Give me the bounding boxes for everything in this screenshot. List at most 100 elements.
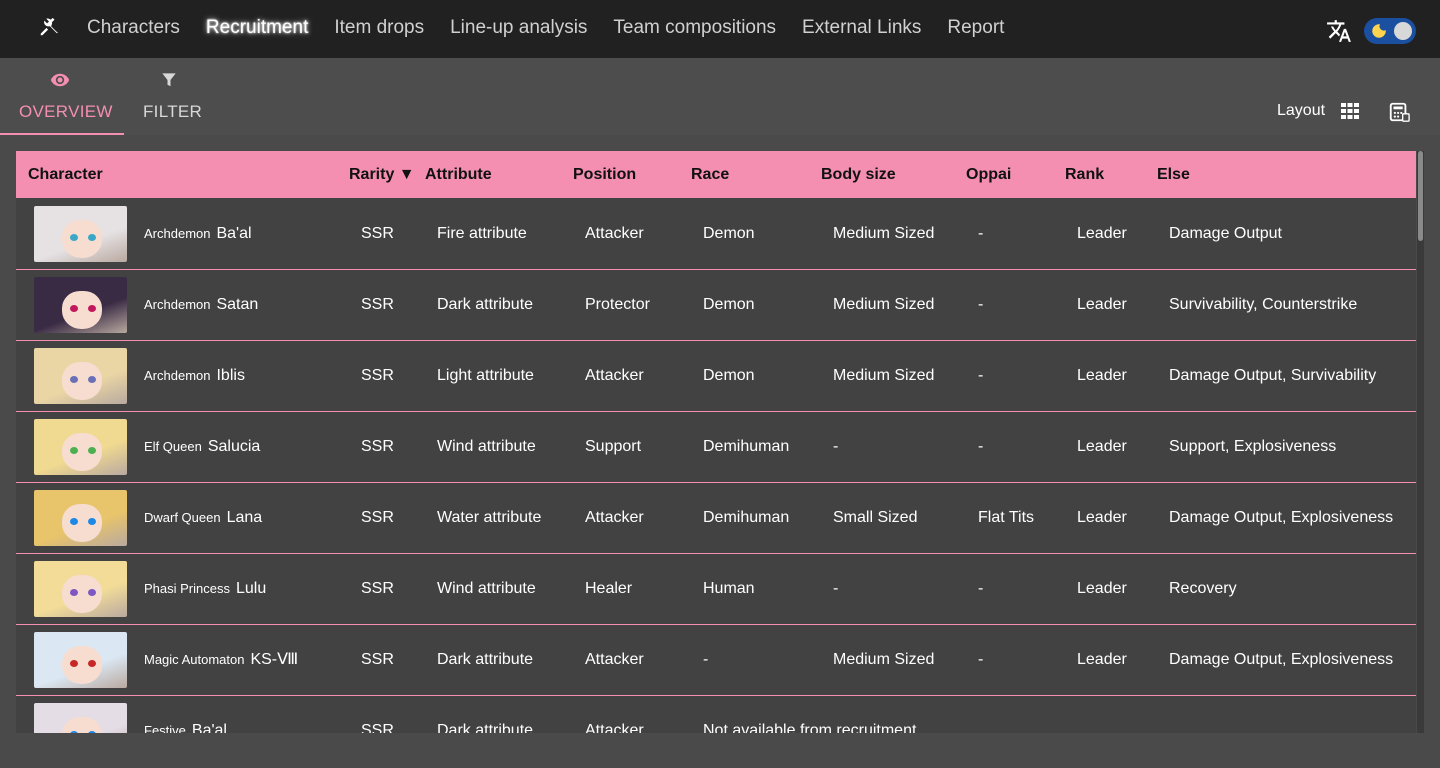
rarity-cell: SSR xyxy=(361,580,394,597)
oppai-cell: - xyxy=(978,367,984,384)
race-cell: Not available from recruitment xyxy=(703,722,917,733)
header-body-size[interactable]: Body size xyxy=(821,151,896,198)
character-portrait[interactable] xyxy=(34,419,127,475)
race-cell: Demihuman xyxy=(703,438,790,455)
body-size-cell: Medium Sized xyxy=(833,296,935,313)
character-name: Ba'al xyxy=(216,225,252,242)
body-size-cell: Medium Sized xyxy=(833,651,935,668)
character-portrait[interactable] xyxy=(34,703,127,733)
main-nav: Characters Recruitment Item drops Line-u… xyxy=(74,0,1017,56)
rank-cell: Leader xyxy=(1077,367,1127,384)
character-name: Lulu xyxy=(235,580,267,597)
character-name-cell: Festive Ba'al xyxy=(144,696,227,733)
table-row[interactable]: Dwarf Queen Lana SSR Water attribute Atta… xyxy=(16,483,1416,554)
top-app-bar: Characters Recruitment Item drops Line-u… xyxy=(0,0,1440,58)
attribute-cell: Dark attribute xyxy=(437,722,534,733)
character-portrait[interactable] xyxy=(34,348,127,404)
character-portrait[interactable] xyxy=(34,561,127,617)
theme-toggle[interactable] xyxy=(1364,18,1416,44)
race-cell: Demon xyxy=(703,367,755,384)
header-rank[interactable]: Rank xyxy=(1065,151,1104,198)
character-name-cell: Magic Automaton KS-Ⅷ xyxy=(144,625,298,695)
character-name-cell: Elf Queen Salucia xyxy=(144,412,260,482)
header-position[interactable]: Position xyxy=(573,151,636,198)
rarity-cell: SSR xyxy=(361,722,394,733)
nav-item-drops[interactable]: Item drops xyxy=(321,17,437,39)
position-cell: Attacker xyxy=(585,367,644,384)
table-row[interactable]: Archdemon Ba'al SSR Fire attribute Attack… xyxy=(16,199,1416,270)
attribute-cell: Light attribute xyxy=(437,367,534,384)
header-rarity[interactable]: Rarity ▼ xyxy=(349,151,415,198)
tab-overview-label: OVERVIEW xyxy=(19,102,113,121)
rank-cell: Leader xyxy=(1077,296,1127,313)
rank-cell: Leader xyxy=(1077,651,1127,668)
header-race[interactable]: Race xyxy=(691,151,729,198)
attribute-cell: Wind attribute xyxy=(437,438,536,455)
position-cell: Support xyxy=(585,438,642,455)
layout-label: Layout xyxy=(1277,102,1326,119)
table-row[interactable]: Magic Automaton KS-Ⅷ SSR Dark attribute A… xyxy=(16,625,1416,696)
attribute-cell: Fire attribute xyxy=(437,225,527,242)
else-cell: Support, Explosiveness xyxy=(1169,438,1337,455)
nav-recruitment[interactable]: Recruitment xyxy=(193,17,321,39)
else-cell: Damage Output xyxy=(1169,225,1282,242)
character-portrait[interactable] xyxy=(34,206,127,262)
tools-icon[interactable] xyxy=(38,16,60,38)
eye-icon xyxy=(50,73,70,87)
table-row[interactable]: Elf Queen Salucia SSR Wind attribute Supp… xyxy=(16,412,1416,483)
rarity-cell: SSR xyxy=(361,438,394,455)
attribute-cell: Dark attribute xyxy=(437,296,534,313)
oppai-cell: - xyxy=(978,225,984,242)
nav-external-links[interactable]: External Links xyxy=(789,17,934,39)
character-title: Magic Automaton xyxy=(144,652,245,667)
nav-report[interactable]: Report xyxy=(934,17,1017,39)
rarity-cell: SSR xyxy=(361,509,394,526)
table-scrollbar[interactable] xyxy=(1417,151,1424,733)
oppai-cell: - xyxy=(978,438,984,455)
character-name: Salucia xyxy=(207,438,261,455)
oppai-cell: - xyxy=(978,296,984,313)
race-cell: Demon xyxy=(703,296,755,313)
nav-team-compositions[interactable]: Team compositions xyxy=(600,17,789,39)
rank-cell: Leader xyxy=(1077,225,1127,242)
character-title: Phasi Princess xyxy=(144,581,230,596)
character-title: Elf Queen xyxy=(144,439,202,454)
translate-icon[interactable] xyxy=(1326,18,1352,44)
table-row[interactable]: Festive Ba'al SSR Dark attribute Attacker… xyxy=(16,696,1416,733)
attribute-cell: Wind attribute xyxy=(437,580,536,597)
rank-cell: Leader xyxy=(1077,438,1127,455)
table-row[interactable]: Phasi Princess Lulu SSR Wind attribute He… xyxy=(16,554,1416,625)
character-portrait[interactable] xyxy=(34,490,127,546)
oppai-cell: Flat Tits xyxy=(978,509,1035,526)
character-name: KS-Ⅷ xyxy=(250,651,299,668)
tab-overview[interactable]: OVERVIEW xyxy=(0,58,124,135)
grid-icon[interactable] xyxy=(1341,103,1359,119)
character-portrait[interactable] xyxy=(34,277,127,333)
header-character[interactable]: Character xyxy=(28,151,103,198)
recruitment-table: Character Rarity ▼ Attribute Position Ra… xyxy=(16,151,1416,733)
race-cell: Human xyxy=(703,580,755,597)
rank-cell: Leader xyxy=(1077,580,1127,597)
scrollbar-thumb[interactable] xyxy=(1418,151,1423,241)
table-row[interactable]: Archdemon Satan SSR Dark attribute Protec… xyxy=(16,270,1416,341)
header-oppai[interactable]: Oppai xyxy=(966,151,1011,198)
tab-filter[interactable]: FILTER xyxy=(124,58,216,135)
table-body: Archdemon Ba'al SSR Fire attribute Attack… xyxy=(16,199,1416,733)
race-cell: Demon xyxy=(703,225,755,242)
header-else[interactable]: Else xyxy=(1157,151,1190,198)
calculator-icon[interactable] xyxy=(1388,101,1410,123)
nav-characters[interactable]: Characters xyxy=(74,17,193,39)
moon-icon xyxy=(1372,24,1386,38)
table-row[interactable]: Archdemon Iblis SSR Light attribute Attac… xyxy=(16,341,1416,412)
nav-line-up-analysis[interactable]: Line-up analysis xyxy=(437,17,600,39)
character-name: Lana xyxy=(226,509,263,526)
character-name: Iblis xyxy=(216,367,245,384)
else-cell: Damage Output, Explosiveness xyxy=(1169,509,1394,526)
character-portrait[interactable] xyxy=(34,632,127,688)
filter-icon xyxy=(162,73,176,87)
race-cell: - xyxy=(703,651,709,668)
header-attribute[interactable]: Attribute xyxy=(425,151,492,198)
toggle-knob xyxy=(1394,22,1412,40)
character-name-cell: Archdemon Iblis xyxy=(144,341,245,411)
body-size-cell: Small Sized xyxy=(833,509,918,526)
